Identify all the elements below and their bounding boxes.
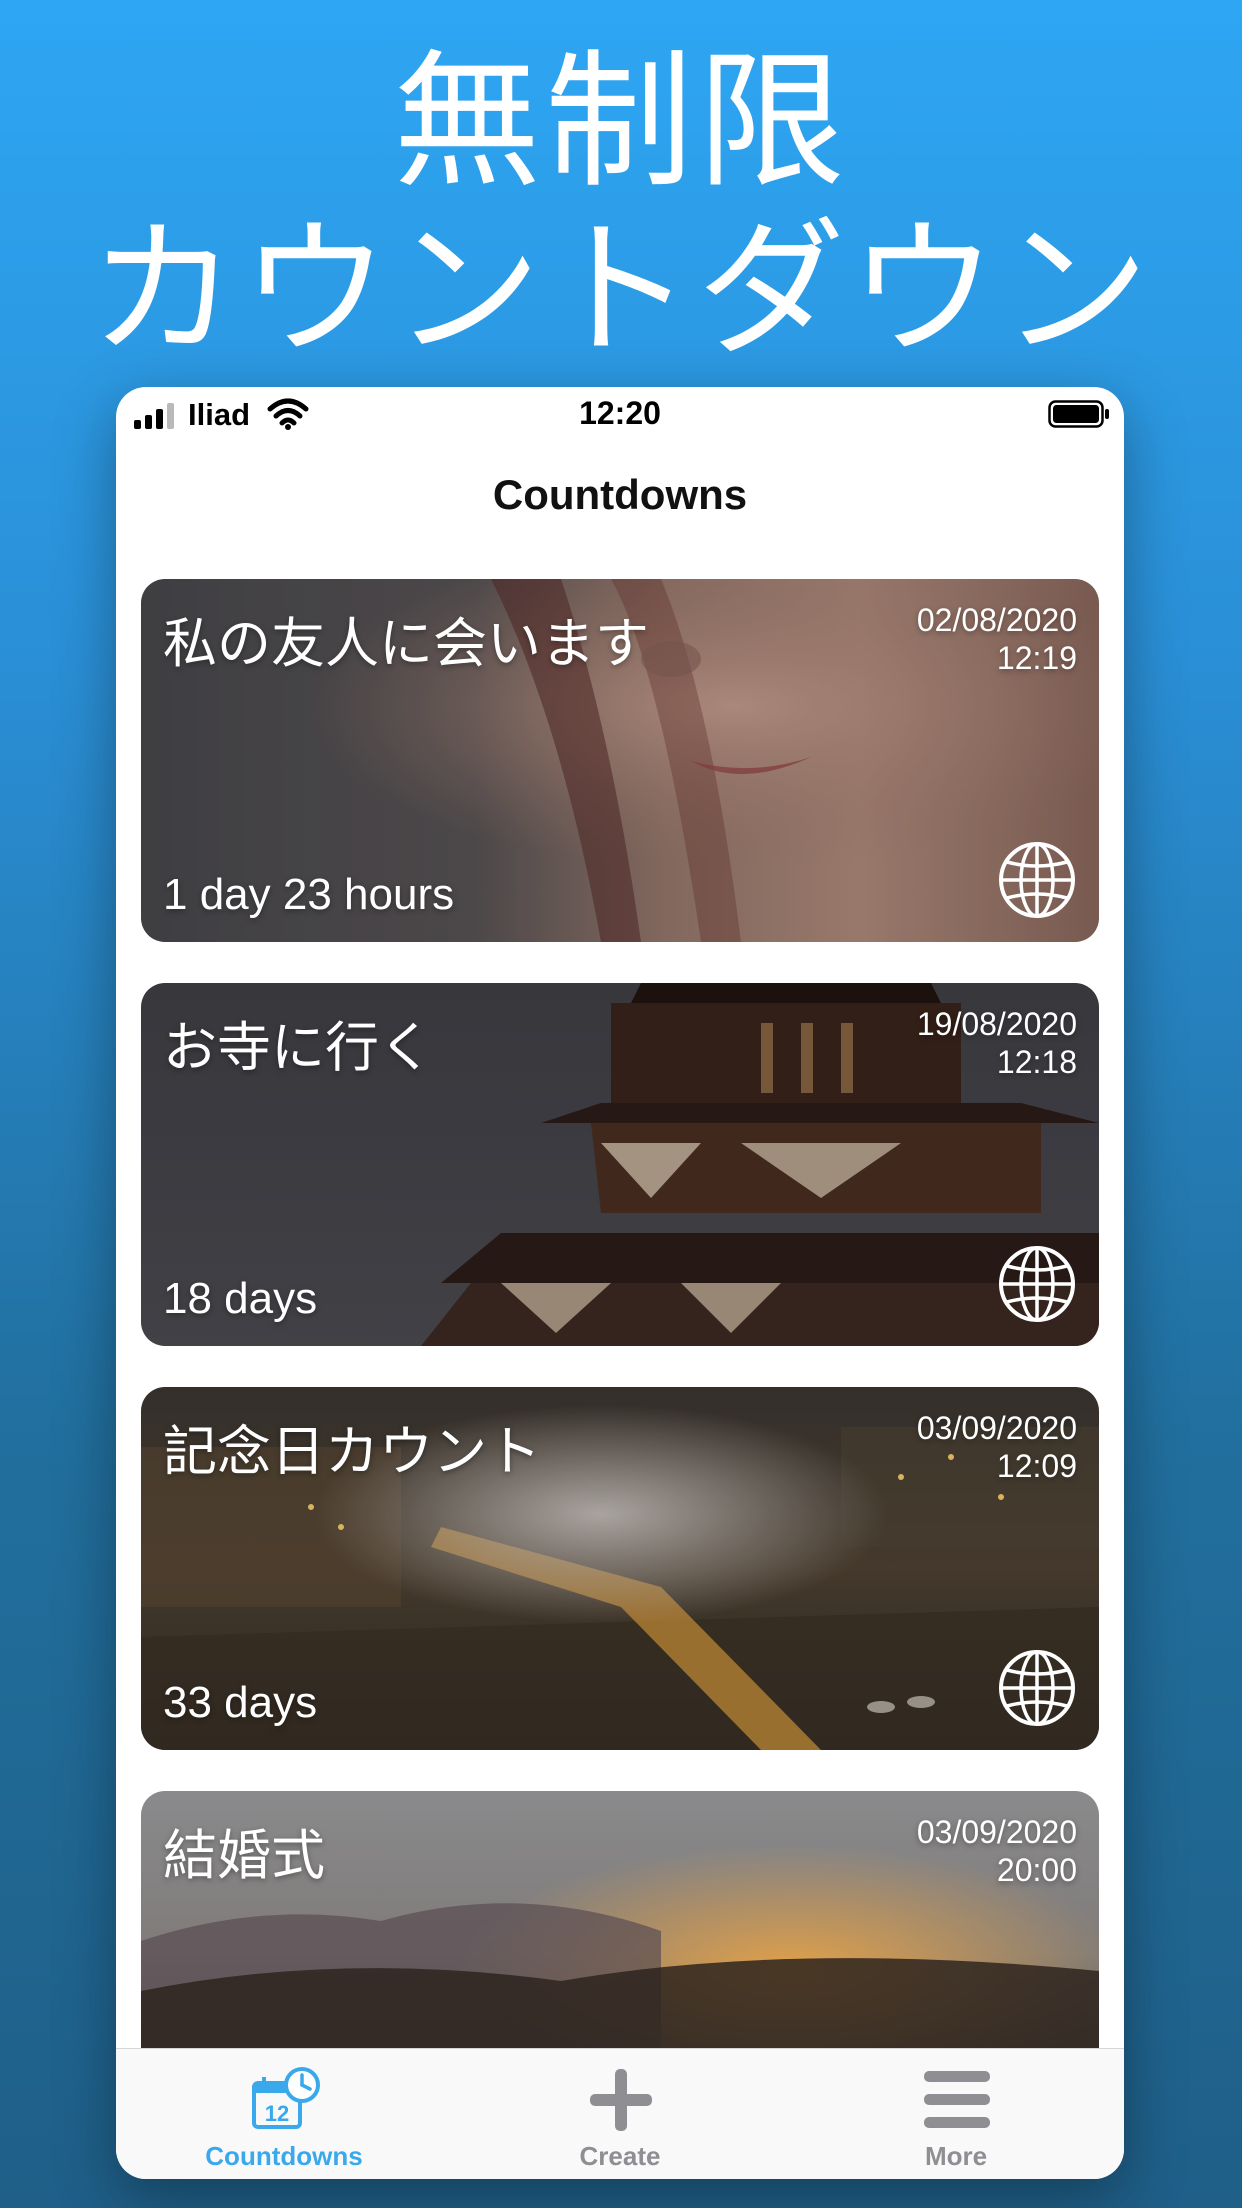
- plus-icon: [590, 2069, 652, 2131]
- hero-title-line-1: 無制限: [393, 36, 849, 208]
- tab-label: More: [924, 2141, 988, 2171]
- countdown-date: 03/09/2020 12:09: [917, 1409, 1077, 1485]
- hero-title-line-2: カウントダウン: [89, 204, 1153, 376]
- countdown-date: 02/08/2020 12:19: [917, 601, 1077, 677]
- tab-label: Countdowns: [205, 2141, 363, 2171]
- countdown-date-value: 03/09/2020: [916, 1814, 1077, 1850]
- status-bar: Iliad 12:20: [116, 387, 1124, 441]
- countdown-remaining: 1 day 23 hours: [163, 870, 455, 919]
- svg-text:12: 12: [265, 2101, 289, 2126]
- menu-icon: [924, 2071, 990, 2128]
- globe-icon[interactable]: [997, 840, 1077, 920]
- countdown-title: 結婚式: [163, 1824, 325, 1887]
- countdown-time-value: 12:09: [996, 1448, 1077, 1484]
- tab-more[interactable]: More: [788, 2049, 1124, 2179]
- countdown-date-value: 02/08/2020: [916, 602, 1077, 638]
- tab-create[interactable]: Create: [452, 2049, 788, 2179]
- countdown-remaining: 33 days: [163, 1678, 318, 1727]
- countdown-date: 03/09/2020 20:00: [917, 1813, 1077, 1889]
- countdown-card[interactable]: 記念日カウント 03/09/2020 12:09 33 days: [141, 1387, 1099, 1750]
- countdown-date: 19/08/2020 12:18: [917, 1005, 1077, 1081]
- tab-bar: 12 Countdowns Create More: [116, 2048, 1124, 2179]
- countdown-date-value: 03/09/2020: [916, 1410, 1077, 1446]
- countdown-card[interactable]: 私の友人に会います 02/08/2020 12:19 1 day 23 hour…: [141, 579, 1099, 942]
- tab-countdowns[interactable]: 12 Countdowns: [116, 2049, 452, 2179]
- phone-screen: Iliad 12:20 Countdowns 私の友人に会います 02/08/2…: [116, 387, 1124, 2179]
- calendar-clock-icon: 12: [252, 2067, 320, 2129]
- countdown-title: 私の友人に会います: [163, 612, 649, 675]
- countdown-title: お寺に行く: [163, 1016, 433, 1079]
- hero-title: 無制限 カウントダウン: [0, 38, 1242, 374]
- tab-label: Create: [579, 2141, 661, 2171]
- countdown-title: 記念日カウント: [163, 1420, 541, 1483]
- countdown-time-value: 20:00: [996, 1852, 1077, 1888]
- globe-icon[interactable]: [997, 1244, 1077, 1324]
- countdown-time-value: 12:18: [996, 1044, 1077, 1080]
- status-time: 12:20: [579, 395, 661, 431]
- globe-icon[interactable]: [997, 1648, 1077, 1728]
- countdown-remaining: 18 days: [163, 1274, 318, 1323]
- page-title: Countdowns: [492, 471, 748, 518]
- battery-icon: [1048, 400, 1109, 428]
- countdown-time-value: 12:19: [996, 640, 1077, 676]
- countdown-date-value: 19/08/2020: [916, 1006, 1077, 1042]
- countdown-card[interactable]: お寺に行く 19/08/2020 12:18 18 days: [141, 983, 1099, 1346]
